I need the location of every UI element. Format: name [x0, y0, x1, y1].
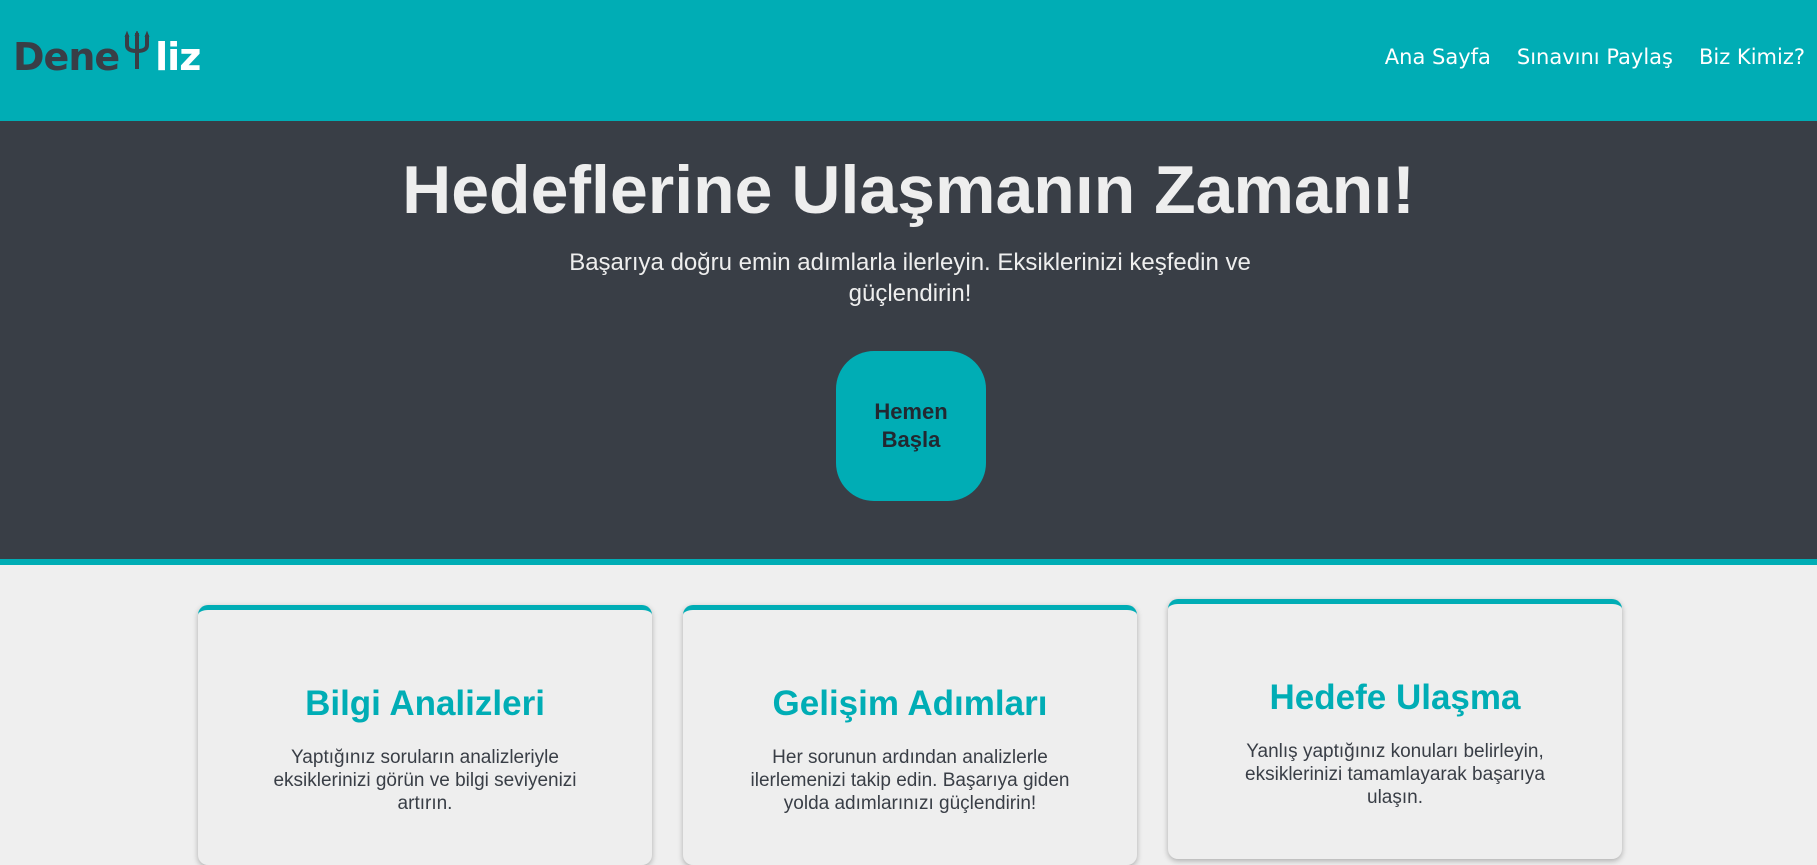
logo-text-dene: Dene	[13, 35, 120, 79]
feature-card-progress-steps: Gelişim Adımları Her sorunun ardından an…	[683, 605, 1137, 865]
main-nav: Ana Sayfa Sınavını Paylaş Biz Kimiz?	[1385, 45, 1805, 69]
feature-card-title: Gelişim Adımları	[772, 684, 1048, 723]
feature-card-text: Yaptığınız soruların analizleriyle eksik…	[273, 747, 577, 814]
logo-text-liz: liz	[155, 35, 201, 79]
feature-card-text: Her sorunun ardından analizlerle ilerlem…	[750, 747, 1070, 814]
feature-card-title: Bilgi Analizleri	[305, 684, 545, 723]
start-now-button[interactable]: Hemen Başla	[836, 351, 986, 501]
logo[interactable]: Dene liz	[13, 31, 201, 80]
hero-subtitle: Başarıya doğru emin adımlarla ilerleyin.…	[569, 249, 1251, 307]
feature-card-reach-goal: Hedefe Ulaşma Yanlış yaptığınız konuları…	[1168, 599, 1622, 859]
hero-title: Hedeflerine Ulaşmanın Zamanı!	[402, 152, 1415, 228]
feature-card-knowledge-analysis: Bilgi Analizleri Yaptığınız soruların an…	[198, 605, 652, 865]
nav-link-home[interactable]: Ana Sayfa	[1385, 45, 1491, 69]
nav-link-about[interactable]: Biz Kimiz?	[1699, 45, 1805, 69]
trident-icon	[124, 31, 150, 69]
feature-card-text: Yanlış yaptığınız konuları belirleyin, e…	[1245, 741, 1545, 808]
hero-section: Hedeflerine Ulaşmanın Zamanı! Başarıya d…	[0, 121, 1817, 565]
nav-link-share-exam[interactable]: Sınavını Paylaş	[1517, 45, 1673, 69]
site-header: Dene liz Ana Sayfa Sınavını Paylaş Biz K…	[0, 0, 1817, 121]
feature-card-title: Hedefe Ulaşma	[1269, 678, 1521, 717]
